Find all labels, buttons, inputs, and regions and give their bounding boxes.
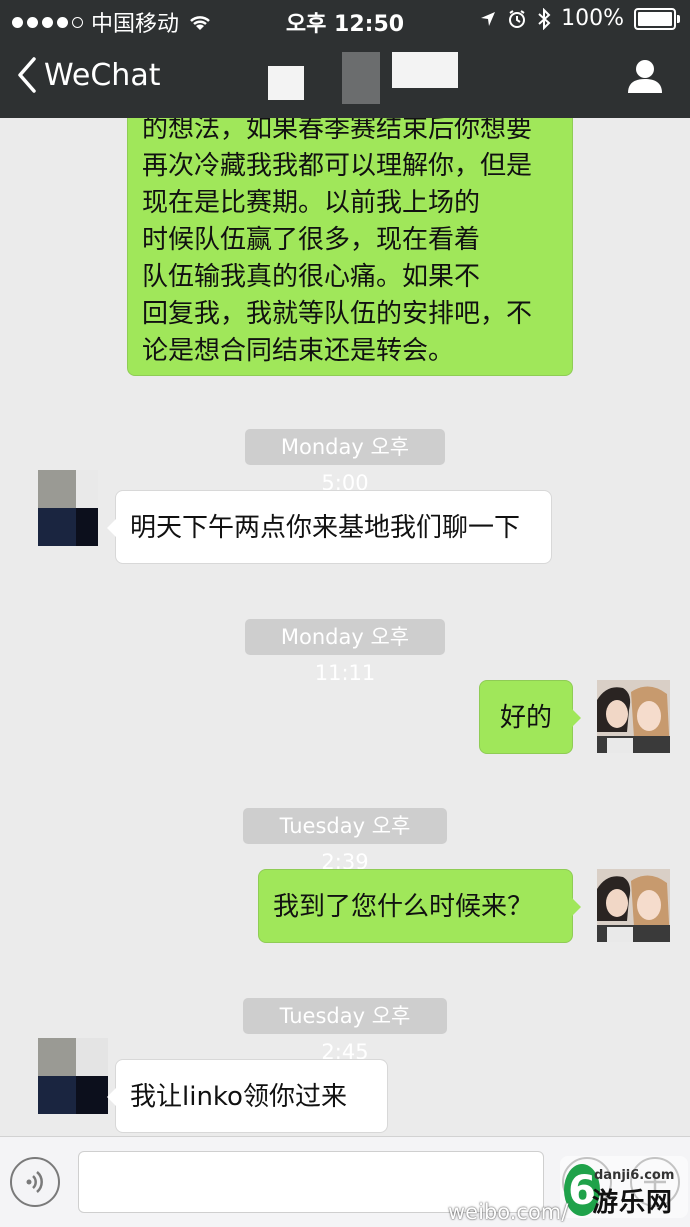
nav-bar: WeChat — [0, 44, 690, 114]
message-line: 再次冷藏我我都可以理解你，但是 — [142, 151, 533, 181]
chat-area[interactable]: 的想法，如果春季赛结束后你想要 再次冷藏我我都可以理解你，但是 现在是比赛期。以… — [0, 118, 690, 1136]
avatar-photo — [597, 680, 670, 753]
avatar-self[interactable] — [597, 869, 670, 942]
message-line: 时候队伍赢了很多，现在看着 — [142, 225, 481, 255]
back-chevron-icon — [18, 57, 36, 93]
message-text: 好的 — [499, 703, 552, 733]
avatar-incoming[interactable] — [38, 470, 98, 546]
message-bubble-outgoing[interactable]: 我到了您什么时候来？ — [258, 869, 581, 943]
location-arrow-icon — [481, 11, 496, 26]
battery-percent: 100% — [561, 6, 624, 31]
site-name-watermark: 游乐网 — [592, 1188, 674, 1218]
timestamp: Monday 오후 11:11 — [245, 619, 445, 685]
message-line: 队伍输我真的很心痛。如果不 — [142, 262, 481, 292]
avatar-self[interactable] — [597, 680, 670, 753]
message-text: 我让linko领你过来 — [130, 1082, 347, 1112]
voice-button[interactable] — [10, 1157, 60, 1207]
message-text: 我到了您什么时候来？ — [273, 892, 534, 922]
message-text: 明天下午两点你来基地我们聊一下 — [130, 513, 521, 543]
status-right: 100% — [479, 6, 680, 31]
voice-icon — [26, 1171, 43, 1193]
message-line: 的想法，如果春季赛结束后你想要 — [142, 118, 533, 144]
status-bar: 中国移动 오후 12:50 100% — [0, 0, 690, 40]
message-line: 现在是比赛期。以前我上场的 — [142, 188, 481, 218]
back-label: WeChat — [44, 57, 161, 93]
avatar-photo — [597, 869, 670, 942]
contact-name-censor — [268, 52, 458, 104]
timestamp: Tuesday 오후 2:45 — [243, 998, 447, 1064]
message-line: 论是想合同结束还是转会。 — [142, 336, 455, 366]
message-bubble-outgoing[interactable]: 好的 — [479, 680, 581, 754]
avatar-incoming[interactable] — [38, 1038, 108, 1114]
message-line: 回复我，我就等队伍的安排吧，不 — [142, 299, 533, 329]
battery-icon — [634, 7, 680, 30]
message-bubble-incoming[interactable]: 我让linko领你过来 — [107, 1059, 388, 1133]
message-bubble-incoming[interactable]: 明天下午两点你来基地我们聊一下 — [107, 490, 552, 564]
header: 中国移动 오후 12:50 100% WeChat — [0, 0, 690, 118]
weibo-watermark: weibo.com/ — [448, 1200, 569, 1224]
timestamp: Monday 오후 5:00 — [245, 429, 445, 495]
message-bubble-outgoing[interactable]: 的想法，如果春季赛结束后你想要 再次冷藏我我都可以理解你，但是 现在是比赛期。以… — [127, 118, 573, 376]
alarm-icon — [509, 9, 526, 28]
person-icon — [628, 60, 662, 93]
site-url-watermark: danji6.com — [594, 1168, 675, 1183]
bluetooth-icon — [538, 7, 551, 30]
contact-info-button[interactable] — [626, 58, 664, 98]
back-button[interactable]: WeChat — [16, 56, 160, 94]
timestamp: Tuesday 오후 2:39 — [243, 808, 447, 874]
